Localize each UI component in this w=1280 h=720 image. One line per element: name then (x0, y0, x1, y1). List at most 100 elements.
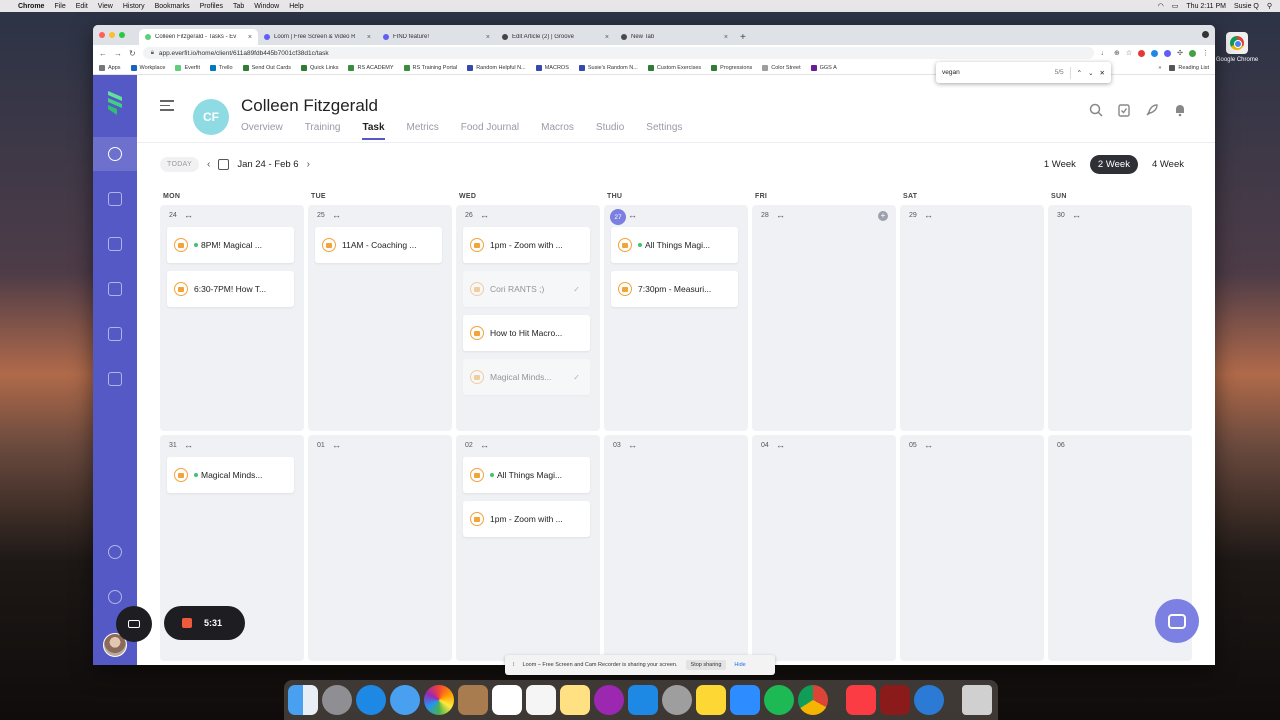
bookmark-item[interactable]: Progressions (711, 64, 752, 71)
battery-icon[interactable]: ▭ (1172, 2, 1179, 10)
move-day-icon[interactable]: ↔ (332, 440, 341, 450)
nav-clients[interactable] (93, 137, 137, 171)
menu-profiles[interactable]: Profiles (200, 3, 223, 10)
move-day-icon[interactable]: ↔ (184, 210, 193, 220)
client-avatar[interactable]: CF (193, 99, 229, 135)
bookmark-item[interactable]: GGS A (810, 64, 837, 71)
more-menu-icon[interactable]: ⋮ (1202, 49, 1209, 57)
rocket-icon[interactable] (1145, 103, 1159, 117)
browser-tab-everfit[interactable]: Colleen Fitzgerald - Tasks - Ev × (139, 29, 258, 45)
close-tab-icon[interactable]: × (605, 34, 609, 41)
move-day-icon[interactable]: ↔ (776, 210, 785, 220)
bookmark-item[interactable]: Trello (210, 64, 233, 71)
stop-sharing-button[interactable]: Stop sharing (685, 660, 727, 670)
menubar-clock[interactable]: Thu 2:11 PM (1186, 3, 1226, 10)
task-card[interactable]: Magical Minds... (167, 457, 294, 493)
search-icon[interactable] (1089, 103, 1103, 117)
reload-icon[interactable]: ↻ (129, 49, 136, 58)
move-day-icon[interactable]: ↔ (924, 210, 933, 220)
minimize-window-icon[interactable] (109, 32, 115, 38)
notes-icon[interactable] (560, 685, 590, 715)
bookmark-star-icon[interactable]: ☆ (1126, 49, 1132, 57)
loom-recording-control[interactable]: 5:31 (164, 606, 245, 640)
browser-tab-groove[interactable]: Edit Article (2) | Groove × (496, 29, 615, 45)
zoom-app-icon[interactable] (730, 685, 760, 715)
bookmark-item[interactable]: Color Street (762, 64, 801, 71)
calendar-day-cell[interactable]: 02 ↔ All Things Magi... 1pm - Zoom with ... (456, 435, 600, 661)
calendar-day-cell[interactable]: 05 ↔ (900, 435, 1044, 661)
zoom-window-icon[interactable] (119, 32, 125, 38)
app-store-icon[interactable] (628, 685, 658, 715)
close-tab-icon[interactable]: × (367, 34, 371, 41)
bookmark-item[interactable]: MACROS (535, 64, 569, 71)
everfit-logo-icon[interactable] (105, 89, 125, 117)
bookmark-item[interactable]: RS ACADEMY (348, 64, 394, 71)
stop-recording-icon[interactable] (182, 618, 192, 628)
date-range[interactable]: Jan 24 - Feb 6 (237, 159, 298, 170)
menubar-user[interactable]: Susie Q (1234, 3, 1259, 10)
browser-tab-find[interactable]: FIND feature! × (377, 29, 496, 45)
calendar-app-icon[interactable] (492, 685, 522, 715)
close-tab-icon[interactable]: × (486, 34, 490, 41)
new-tab-button[interactable]: + (734, 32, 752, 45)
tab-training[interactable]: Training (305, 122, 341, 140)
tab-overview[interactable]: Overview (241, 122, 283, 140)
task-card[interactable]: All Things Magi... (611, 227, 738, 263)
drag-handle-icon[interactable]: ⁞ (513, 662, 515, 668)
desktop-chrome-shortcut[interactable]: Google Chrome (1212, 32, 1262, 63)
move-day-icon[interactable]: ↔ (776, 440, 785, 450)
browser-tab-loom[interactable]: Loom | Free Screen & Video R × (258, 29, 377, 45)
menu-history[interactable]: History (123, 3, 145, 10)
puzzle-icon[interactable]: ✣ (1177, 49, 1183, 57)
messages-icon[interactable] (390, 685, 420, 715)
extension-icon[interactable] (1189, 49, 1196, 57)
nav-teams[interactable] (93, 362, 137, 396)
bookmark-item[interactable]: Everfit (175, 64, 200, 71)
launchpad-icon[interactable] (322, 685, 352, 715)
task-card[interactable]: 1pm - Zoom with ... (463, 501, 590, 537)
trash-icon[interactable] (962, 685, 992, 715)
bookmark-item[interactable]: Send Out Cards (242, 64, 291, 71)
menu-bookmarks[interactable]: Bookmarks (155, 3, 190, 10)
finder-icon[interactable] (288, 685, 318, 715)
music-icon[interactable] (846, 685, 876, 715)
calendar-day-cell[interactable]: 04 ↔ (752, 435, 896, 661)
tab-studio[interactable]: Studio (596, 122, 624, 140)
bookmark-item[interactable]: Quick Links (301, 64, 338, 71)
task-card[interactable]: 8PM! Magical ... (167, 227, 294, 263)
browser-tab-new[interactable]: New Tab × (615, 29, 734, 45)
nav-library[interactable] (93, 182, 137, 216)
close-window-icon[interactable] (99, 32, 105, 38)
move-day-icon[interactable]: ↔ (480, 440, 489, 450)
spotify-icon[interactable] (764, 685, 794, 715)
menu-view[interactable]: View (98, 3, 113, 10)
tab-settings[interactable]: Settings (646, 122, 682, 140)
menu-file[interactable]: File (54, 3, 65, 10)
find-next-icon[interactable]: ⌄ (1088, 69, 1093, 77)
safari-icon[interactable] (356, 685, 386, 715)
bookmark-item[interactable]: Apps (99, 64, 121, 71)
zoom-icon[interactable]: ⊕ (1114, 49, 1120, 57)
tab-task[interactable]: Task (362, 122, 385, 140)
spotlight-icon[interactable]: ⚲ (1267, 2, 1272, 10)
calendar-day-cell[interactable]: 30 ↔ (1048, 205, 1192, 431)
support-chat-button[interactable] (1155, 599, 1199, 643)
move-day-icon[interactable]: ↔ (480, 210, 489, 220)
contacts-icon[interactable] (458, 685, 488, 715)
browser-close-icon[interactable] (1202, 31, 1209, 38)
tab-metrics[interactable]: Metrics (407, 122, 439, 140)
task-card[interactable]: All Things Magi... (463, 457, 590, 493)
close-tab-icon[interactable]: × (724, 34, 728, 41)
task-card[interactable]: 7:30pm - Measuri... (611, 271, 738, 307)
bookmark-item[interactable]: RS Training Portal (403, 64, 457, 71)
calendar-day-cell[interactable]: 01 ↔ (308, 435, 452, 661)
nav-messages[interactable] (93, 227, 137, 261)
wifi-icon[interactable]: ◠ (1158, 2, 1164, 10)
tab-macros[interactable]: Macros (541, 122, 574, 140)
calendar-day-cell[interactable]: 26 ↔ 1pm - Zoom with ... Cori RANTS ;) ✓ How … (456, 205, 600, 431)
move-day-icon[interactable]: ↔ (628, 440, 637, 450)
bookmark-item[interactable]: Susie's Random N... (578, 64, 638, 71)
more-bookmarks-icon[interactable]: » (1158, 65, 1161, 71)
mic-icon[interactable]: ♩ (1101, 50, 1108, 57)
move-day-icon[interactable]: ↔ (184, 440, 193, 450)
